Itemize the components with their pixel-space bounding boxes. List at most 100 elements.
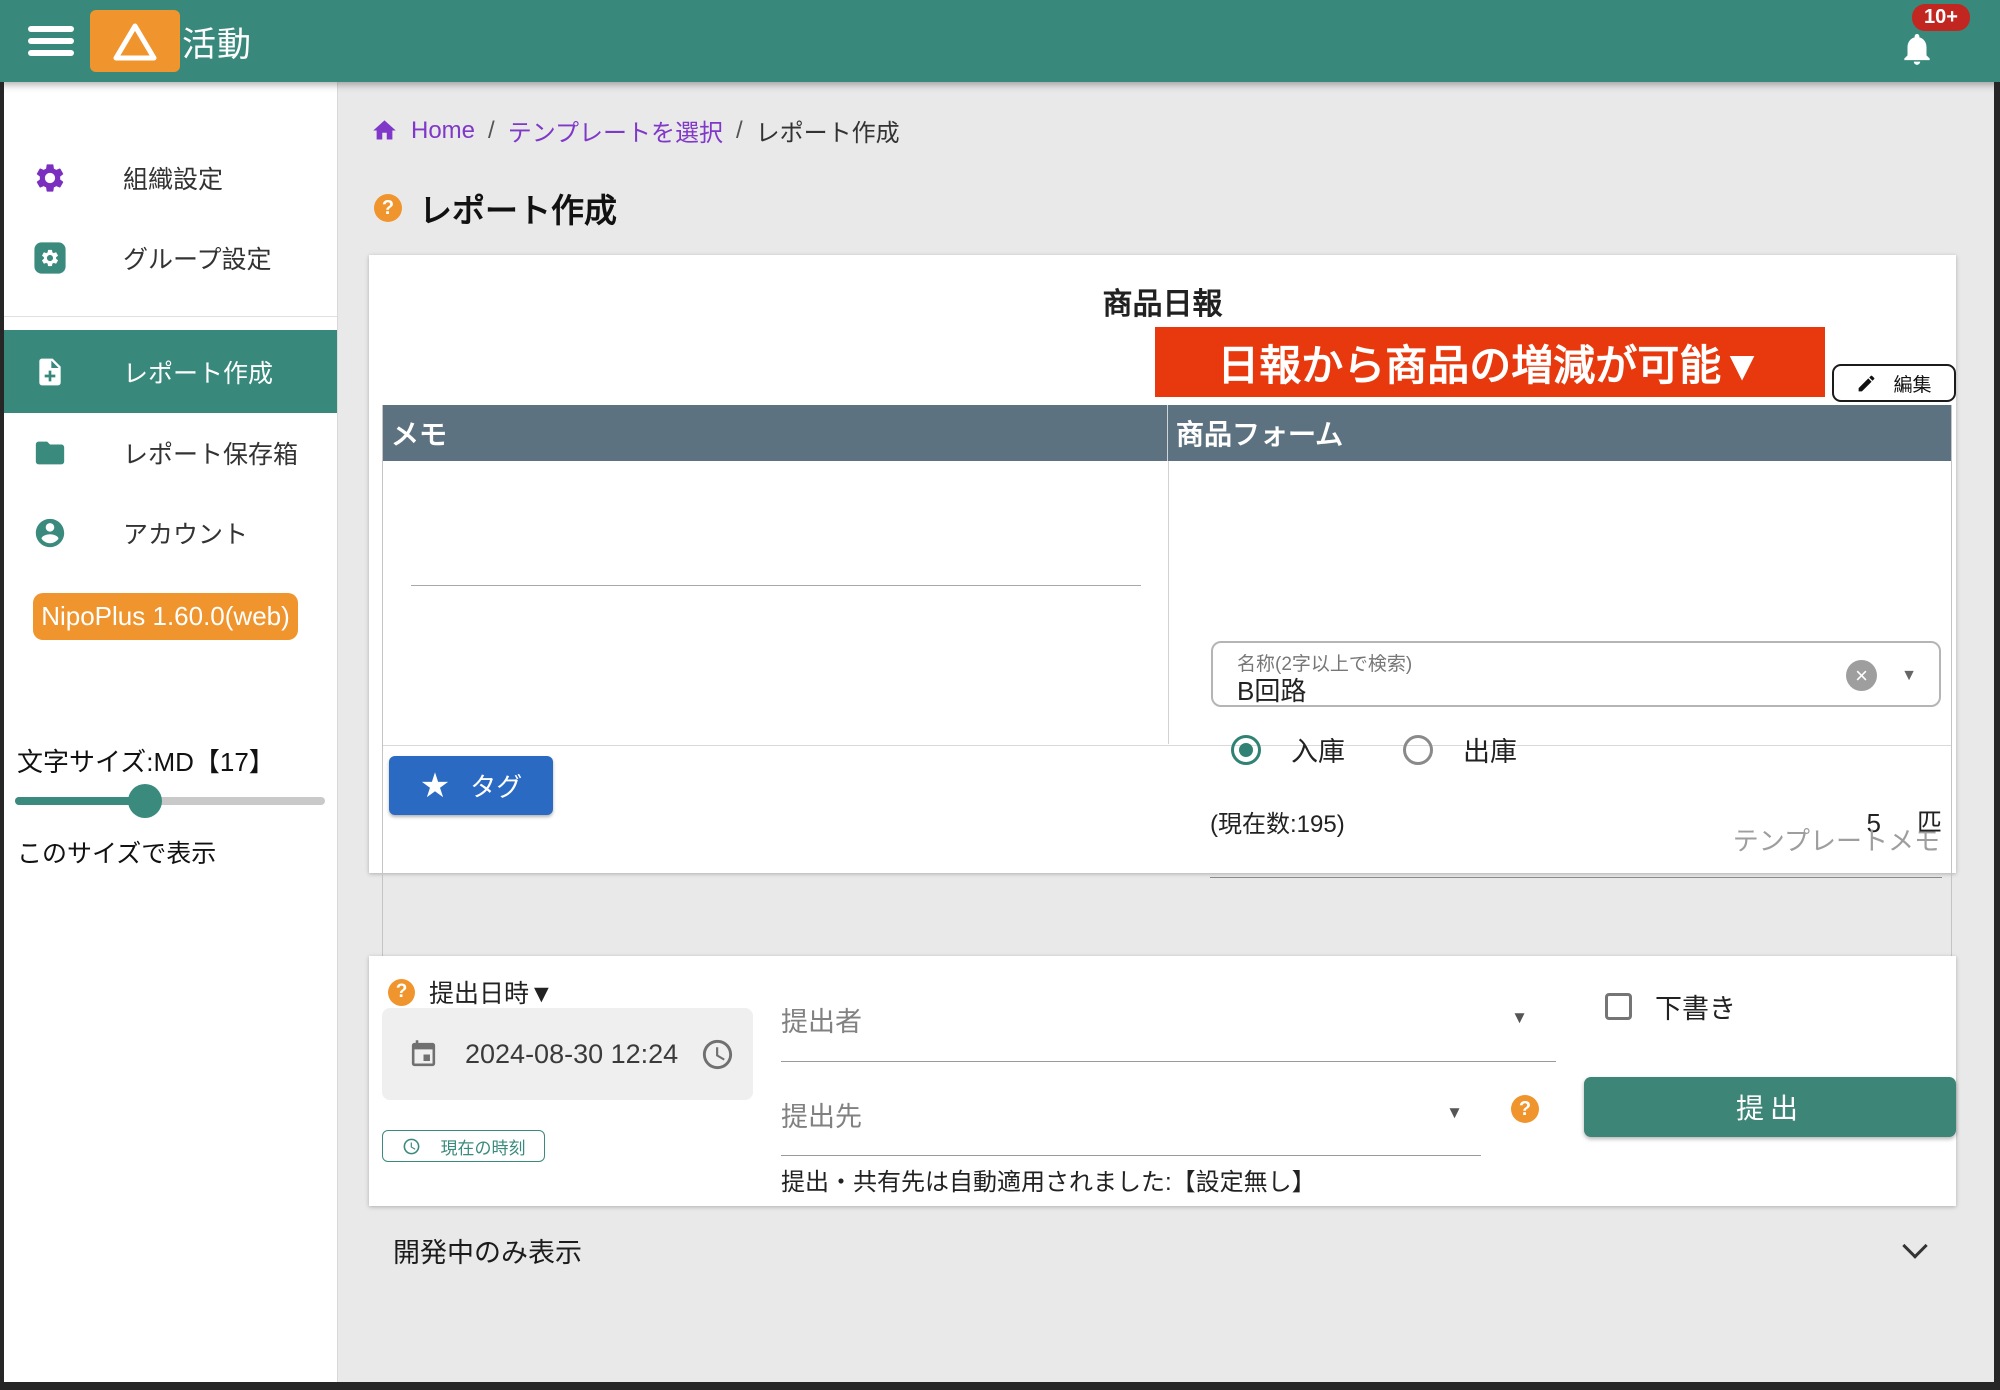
datetime-value: 2024-08-30 12:24 [465,1039,678,1070]
breadcrumb-template-select[interactable]: テンプレートを選択 [508,113,723,148]
current-count-label: (現在数:195) [1210,804,1345,839]
window-edge [0,82,4,1390]
sidebar: 組織設定 グループ設定 レポート作成 レポート保存箱 アカウント [0,82,338,1382]
edit-button[interactable]: 編集 [1832,364,1956,402]
draft-checkbox[interactable] [1605,993,1632,1020]
sidebar-item-account[interactable]: アカウント [0,493,337,573]
radio-stock-out-label: 出庫 [1463,730,1517,769]
current-time-button[interactable]: 現在の時刻 [382,1130,545,1162]
stock-radio-group: 入庫 出庫 [1231,730,1545,769]
radio-stock-out[interactable] [1403,735,1433,765]
current-time-label: 現在の時刻 [441,1134,526,1159]
sidebar-item-label: レポート保存箱 [123,435,298,471]
sidebar-item-org-settings[interactable]: 組織設定 [0,138,337,218]
product-column-header: 商品フォーム [1168,405,1951,461]
edit-button-label: 編集 [1893,370,1931,397]
calendar-icon [408,1039,439,1070]
select-underline [781,1155,1481,1156]
slider-thumb[interactable] [128,784,162,818]
chevron-down-icon: ▼ [1446,1103,1463,1123]
sidebar-item-label: 組織設定 [123,160,223,196]
search-field-value[interactable]: B回路 [1237,671,1306,708]
clear-icon[interactable]: × [1846,660,1877,691]
breadcrumb-separator: / [736,117,743,145]
dev-only-label: 開発中のみ表示 [393,1231,582,1270]
font-size-label: 文字サイズ:MD【17】 [17,742,275,779]
annotation-banner: 日報から商品の増減が可能▼ [1155,327,1825,397]
chevron-down-icon: ▼ [1511,1008,1528,1028]
bell-icon [1898,30,1936,68]
pencil-icon [1856,373,1877,394]
notification-badge: 10+ [1912,4,1970,31]
slider-fill [15,797,145,805]
notifications-button[interactable]: 10+ [1892,10,1956,74]
sidebar-item-report-create[interactable]: レポート作成 [0,330,337,413]
folder-icon [33,436,67,470]
page-title: レポート作成 [419,184,617,232]
star-icon: ★ [420,769,450,803]
tag-button[interactable]: ★ タグ [389,756,553,815]
person-icon [33,516,67,550]
clock-icon[interactable] [700,1037,735,1072]
product-search-field[interactable]: 名称(2字以上で検索) B回路 × ▼ [1211,641,1941,707]
breadcrumb: Home / テンプレートを選択 / レポート作成 [371,113,900,148]
dev-only-expander[interactable]: 開発中のみ表示 [369,1224,1956,1276]
datetime-header: ? 提出日時▼ [388,974,554,1010]
document-add-icon [33,355,67,389]
window-edge [1994,82,2000,1390]
report-title: 商品日報 [369,279,1956,323]
breadcrumb-current: レポート作成 [756,113,900,148]
draft-label: 下書き [1655,987,1736,1026]
destination-select[interactable]: 提出先 ▼ [781,1095,1481,1157]
template-memo-label: テンプレートメモ [1733,821,1940,858]
chevron-down-icon [1902,1233,1927,1258]
table-bottom-border [383,745,1951,746]
column-divider [1168,461,1169,744]
memo-column-header: メモ [383,405,1168,461]
submitter-label: 提出者 [781,1000,1556,1039]
report-table: メモ 商品フォーム 名称(2字以上で検索) B回路 × ▼ 入庫 出庫 (現在数… [382,405,1952,1000]
help-icon[interactable]: ? [1511,1095,1539,1123]
submit-button[interactable]: 提出 [1584,1077,1956,1137]
gear-icon [33,161,67,195]
submitter-select[interactable]: 提出者 ▼ [781,1000,1556,1062]
sidebar-item-label: アカウント [123,515,248,551]
tag-button-label: タグ [470,767,522,804]
datetime-picker[interactable]: 2024-08-30 12:24 [382,1008,753,1100]
auto-apply-note: 提出・共有先は自動適用されました:【設定無し】 [781,1162,1316,1197]
app-logo[interactable] [90,10,180,72]
clock-icon [402,1137,421,1156]
window-edge [0,1382,2000,1390]
gear-square-icon [33,241,67,275]
app-window: 活動 10+ 組織設定 グループ設定 レポート作成 [0,0,2000,1390]
app-header: 活動 10+ [0,0,2000,82]
sidebar-divider [0,316,337,317]
sidebar-item-label: レポート作成 [123,354,273,390]
help-icon[interactable]: ? [388,979,415,1006]
version-button[interactable]: NipoPlus 1.60.0(web) [33,593,298,640]
home-icon[interactable] [371,117,398,144]
help-icon[interactable]: ? [374,194,402,222]
quantity-input-underline [1210,877,1942,878]
select-underline [781,1061,1556,1062]
destination-label: 提出先 [781,1095,1481,1134]
draft-checkbox-row[interactable]: 下書き [1605,987,1736,1026]
app-title: 活動 [182,17,252,66]
breadcrumb-separator: / [488,117,495,145]
sidebar-item-report-storage[interactable]: レポート保存箱 [0,413,337,493]
datetime-label[interactable]: 提出日時▼ [429,974,554,1010]
breadcrumb-home[interactable]: Home [411,117,475,145]
font-size-note: このサイズで表示 [17,834,216,870]
submit-card: ? 提出日時▼ 2024-08-30 12:24 現在の時刻 提出者 ▼ 提出先… [369,956,1956,1206]
radio-stock-in[interactable] [1231,735,1261,765]
report-card: 商品日報 日報から商品の増減が可能▼ 編集 メモ 商品フォーム 名称(2字以上で… [369,255,1956,873]
sidebar-item-label: グループ設定 [123,240,272,276]
sidebar-item-group-settings[interactable]: グループ設定 [0,218,337,298]
hamburger-menu-icon[interactable] [28,22,74,60]
font-size-slider[interactable] [15,797,325,805]
memo-input-underline[interactable] [411,585,1141,586]
page-title-row: ? レポート作成 [374,184,617,232]
chevron-down-icon[interactable]: ▼ [1901,667,1917,685]
report-table-header: メモ 商品フォーム [383,405,1951,461]
radio-stock-in-label: 入庫 [1291,730,1345,769]
